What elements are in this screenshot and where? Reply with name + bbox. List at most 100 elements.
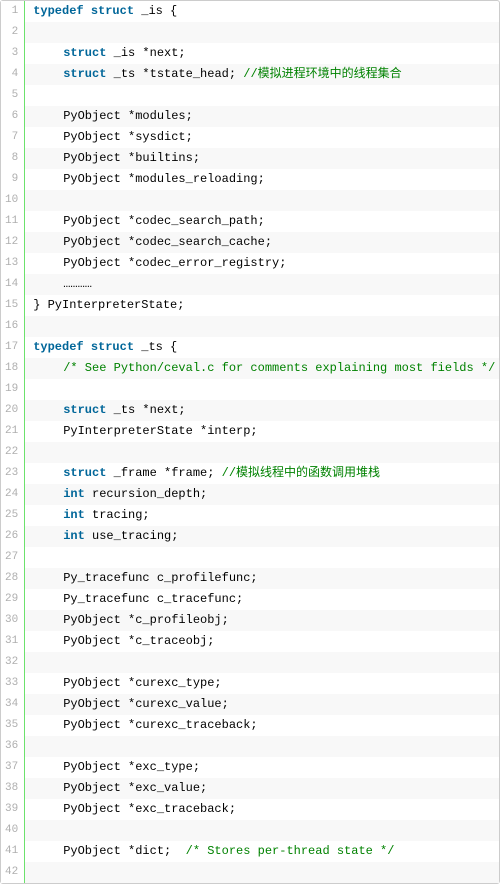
code-text: _frame *frame; xyxy=(106,466,221,480)
code-line: PyObject *dict; /* Stores per-thread sta… xyxy=(25,841,499,862)
code-text: recursion_depth; xyxy=(85,487,207,501)
code-text: PyObject *modules_reloading; xyxy=(63,172,265,186)
code-line: /* See Python/ceval.c for comments expla… xyxy=(25,358,499,379)
code-text: Py_tracefunc c_profilefunc; xyxy=(63,571,257,585)
line-number: 6 xyxy=(1,106,24,127)
code-text: _ts { xyxy=(134,340,177,354)
code-line: PyObject *sysdict; xyxy=(25,127,499,148)
code-text: tracing; xyxy=(85,508,150,522)
code-line xyxy=(25,316,499,337)
code-text: PyObject *curexc_value; xyxy=(63,697,229,711)
line-number: 34 xyxy=(1,694,24,715)
code-line: struct _is *next; xyxy=(25,43,499,64)
line-number: 22 xyxy=(1,442,24,463)
code-line: PyObject *curexc_type; xyxy=(25,673,499,694)
code-text: PyObject *modules; xyxy=(63,109,193,123)
line-number: 8 xyxy=(1,148,24,169)
line-number: 42 xyxy=(1,862,24,883)
comment: /* Stores per-thread state */ xyxy=(186,844,395,858)
code-line xyxy=(25,862,499,883)
code-line: struct _frame *frame; //模拟线程中的函数调用堆栈 xyxy=(25,463,499,484)
code-text: PyObject *codec_search_path; xyxy=(63,214,265,228)
line-number: 38 xyxy=(1,778,24,799)
code-text: PyInterpreterState *interp; xyxy=(63,424,257,438)
line-number: 39 xyxy=(1,799,24,820)
code-line: PyObject *curexc_value; xyxy=(25,694,499,715)
code-line xyxy=(25,442,499,463)
line-number: 2 xyxy=(1,22,24,43)
keyword: struct xyxy=(63,67,106,81)
code-line: PyObject *exc_traceback; xyxy=(25,799,499,820)
line-number: 19 xyxy=(1,379,24,400)
code-line xyxy=(25,22,499,43)
line-number: 23 xyxy=(1,463,24,484)
line-number: 5 xyxy=(1,85,24,106)
line-number: 30 xyxy=(1,610,24,631)
code-text: PyObject *codec_error_registry; xyxy=(63,256,286,270)
keyword: int xyxy=(63,508,85,522)
line-number: 27 xyxy=(1,547,24,568)
code-text: PyObject *codec_search_cache; xyxy=(63,235,272,249)
code-text: PyObject *dict; xyxy=(63,844,185,858)
code-text: ………… xyxy=(63,277,92,291)
code-line: PyObject *codec_error_registry; xyxy=(25,253,499,274)
comment: /* See Python/ceval.c for comments expla… xyxy=(63,361,495,375)
line-number: 28 xyxy=(1,568,24,589)
line-number: 16 xyxy=(1,316,24,337)
code-line xyxy=(25,379,499,400)
line-number: 4 xyxy=(1,64,24,85)
code-line: int recursion_depth; xyxy=(25,484,499,505)
line-number: 37 xyxy=(1,757,24,778)
code-text: PyObject *curexc_traceback; xyxy=(63,718,257,732)
code-text: PyObject *exc_traceback; xyxy=(63,802,236,816)
code-line: struct _ts *tstate_head; //模拟进程环境中的线程集合 xyxy=(25,64,499,85)
code-block: 1234567891011121314151617181920212223242… xyxy=(0,0,500,884)
line-number: 41 xyxy=(1,841,24,862)
code-line: ………… xyxy=(25,274,499,295)
line-number: 36 xyxy=(1,736,24,757)
line-number: 14 xyxy=(1,274,24,295)
line-number: 10 xyxy=(1,190,24,211)
code-text: _ts *next; xyxy=(106,403,185,417)
code-line: PyObject *c_traceobj; xyxy=(25,631,499,652)
line-number: 35 xyxy=(1,715,24,736)
line-number: 1 xyxy=(1,1,24,22)
code-line: } PyInterpreterState; xyxy=(25,295,499,316)
code-line xyxy=(25,190,499,211)
code-line: PyObject *exc_value; xyxy=(25,778,499,799)
line-number: 40 xyxy=(1,820,24,841)
code-text xyxy=(84,340,91,354)
code-line: PyObject *c_profileobj; xyxy=(25,610,499,631)
code-text: _is *next; xyxy=(106,46,185,60)
keyword: int xyxy=(63,487,85,501)
line-number: 24 xyxy=(1,484,24,505)
line-number: 20 xyxy=(1,400,24,421)
code-text: _ts *tstate_head; xyxy=(106,67,243,81)
keyword: struct xyxy=(63,46,106,60)
line-number: 17 xyxy=(1,337,24,358)
line-number: 33 xyxy=(1,673,24,694)
code-line: int tracing; xyxy=(25,505,499,526)
code-text xyxy=(84,4,91,18)
code-text: PyObject *curexc_type; xyxy=(63,676,221,690)
keyword: struct xyxy=(91,340,134,354)
code-line: PyInterpreterState *interp; xyxy=(25,421,499,442)
keyword: struct xyxy=(91,4,134,18)
code-line: PyObject *builtins; xyxy=(25,148,499,169)
line-number: 3 xyxy=(1,43,24,64)
line-number: 32 xyxy=(1,652,24,673)
line-number-gutter: 1234567891011121314151617181920212223242… xyxy=(1,1,25,883)
code-line: struct _ts *next; xyxy=(25,400,499,421)
comment: //模拟线程中的函数调用堆栈 xyxy=(222,466,380,480)
line-number: 11 xyxy=(1,211,24,232)
line-number: 15 xyxy=(1,295,24,316)
code-line xyxy=(25,652,499,673)
comment: //模拟进程环境中的线程集合 xyxy=(243,67,401,81)
code-line: Py_tracefunc c_tracefunc; xyxy=(25,589,499,610)
code-line: typedef struct _ts { xyxy=(25,337,499,358)
line-number: 9 xyxy=(1,169,24,190)
line-number: 26 xyxy=(1,526,24,547)
line-number: 25 xyxy=(1,505,24,526)
code-line: PyObject *modules_reloading; xyxy=(25,169,499,190)
code-line: PyObject *exc_type; xyxy=(25,757,499,778)
